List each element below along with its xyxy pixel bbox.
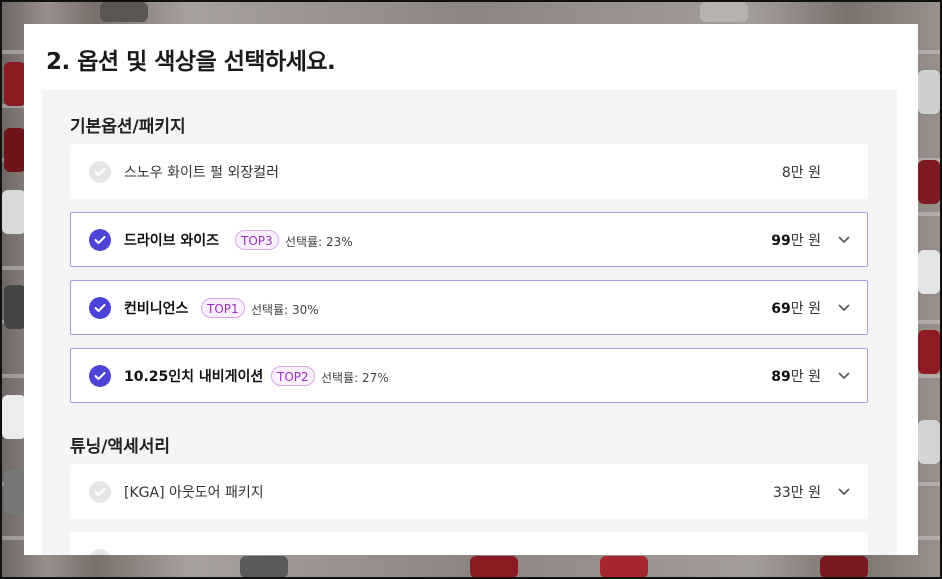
check-circle-icon[interactable] xyxy=(89,161,111,183)
chevron-down-icon[interactable] xyxy=(837,484,851,498)
option-panel: 2. 옵션 및 색상을 선택하세요. 기본옵션/패키지 스노우 화이트 펄 외장… xyxy=(24,24,918,555)
chevron-down-icon[interactable] xyxy=(837,232,851,246)
option-name: 컨비니언스 xyxy=(124,301,189,317)
section-title-tuning: 튜닝/액세서리 xyxy=(70,437,171,457)
option-price: 99만 원 xyxy=(771,233,821,249)
chevron-down-icon[interactable] xyxy=(837,300,851,314)
option-price: 8만 원 xyxy=(781,165,821,181)
check-circle-icon[interactable] xyxy=(89,549,111,555)
option-name: 10.25인치 내비게이션 xyxy=(124,369,264,385)
check-circle-icon[interactable] xyxy=(89,297,111,319)
selection-rate: 선택률: 30% xyxy=(251,303,319,317)
option-item-partial[interactable] xyxy=(70,532,868,555)
selection-rate: 선택률: 27% xyxy=(321,371,389,385)
section-title-basic: 기본옵션/패키지 xyxy=(70,117,186,137)
check-circle-icon[interactable] xyxy=(89,229,111,251)
option-name: 스노우 화이트 펄 외장컬러 xyxy=(124,165,280,181)
option-item-snow-white[interactable]: 스노우 화이트 펄 외장컬러 8만 원 xyxy=(70,144,868,199)
rank-badge: TOP1 xyxy=(201,298,245,318)
selection-rate: 선택률: 23% xyxy=(285,235,353,249)
option-price: 89만 원 xyxy=(771,369,821,385)
option-item-outdoor-package[interactable]: [KGA] 아웃도어 패키지 33만 원 xyxy=(70,464,868,519)
option-item-convenience[interactable]: 컨비니언스 TOP1 선택률: 30% 69만 원 xyxy=(70,280,868,335)
chevron-down-icon[interactable] xyxy=(837,368,851,382)
rank-badge: TOP2 xyxy=(271,366,315,386)
step-title: 2. 옵션 및 색상을 선택하세요. xyxy=(46,49,336,75)
option-name: [KGA] 아웃도어 패키지 xyxy=(124,485,264,501)
option-name: 드라이브 와이즈 xyxy=(124,233,220,249)
option-price: 69만 원 xyxy=(771,301,821,317)
option-item-drive-wise[interactable]: 드라이브 와이즈 TOP3 선택률: 23% 99만 원 xyxy=(70,212,868,267)
check-circle-icon[interactable] xyxy=(89,365,111,387)
option-price: 33만 원 xyxy=(772,485,821,501)
option-item-navigation[interactable]: 10.25인치 내비게이션 TOP2 선택률: 27% 89만 원 xyxy=(70,348,868,403)
options-container: 기본옵션/패키지 스노우 화이트 펄 외장컬러 8만 원 드라이브 와이즈 TO… xyxy=(42,90,897,555)
check-circle-icon[interactable] xyxy=(89,481,111,503)
rank-badge: TOP3 xyxy=(235,230,279,250)
